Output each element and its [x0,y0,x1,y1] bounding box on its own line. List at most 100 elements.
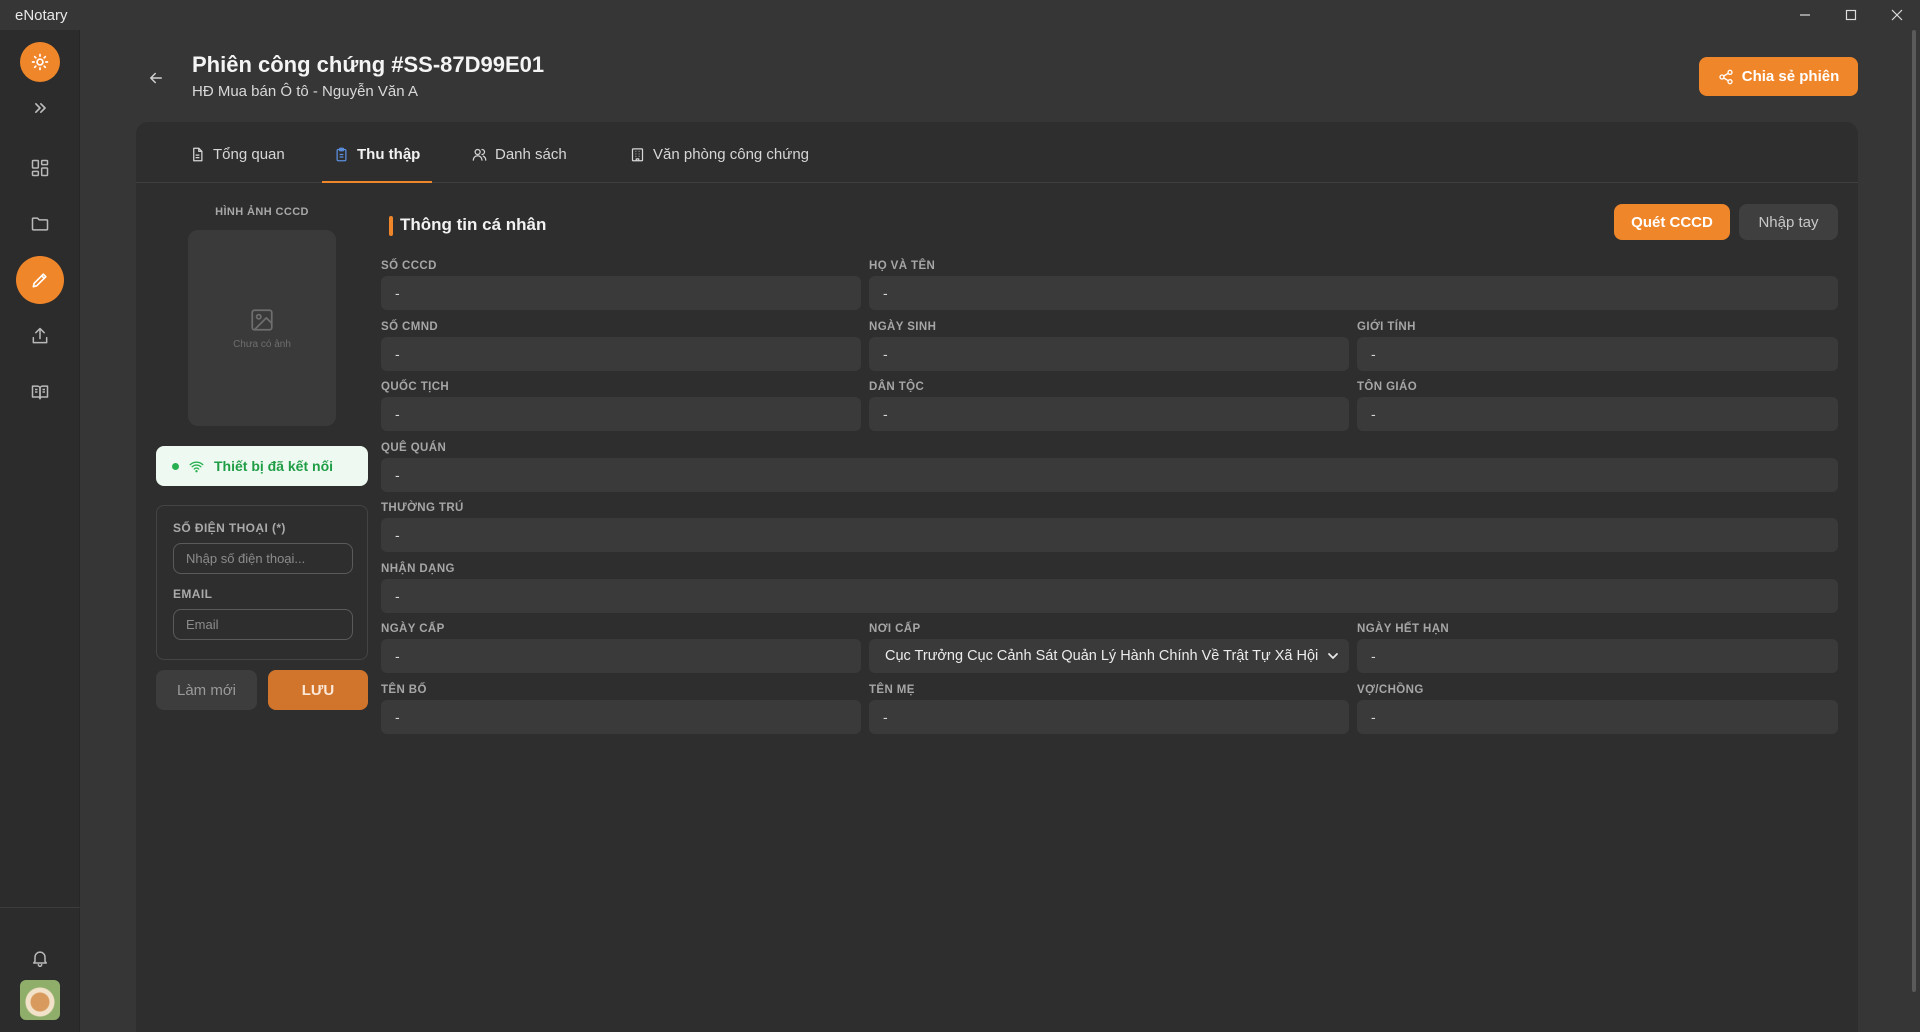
hometown-label: QUÊ QUÁN [381,442,447,454]
issue-date-label: NGÀY CẤP [381,623,445,635]
folder-icon [31,217,49,231]
issue-place-selected: Cục Trưởng Cục Cảnh Sát Quản Lý Hành Chí… [885,648,1319,664]
ethnicity-label: DÂN TỘC [869,381,925,393]
tab-list[interactable]: Danh sách [460,146,579,183]
sidebar-item-dashboard[interactable] [20,148,60,188]
share-session-label: Chia sẻ phiên [1741,68,1840,85]
tab-overview-label: Tổng quan [213,146,285,163]
phone-label: SỐ ĐIỆN THOẠI (*) [173,521,286,535]
tab-notary-office[interactable]: Văn phòng công chứng [618,146,821,183]
issue-place-select[interactable]: Cục Trưởng Cục Cảnh Sát Quản Lý Hành Chí… [869,639,1349,673]
dob-field[interactable]: - [869,337,1349,371]
close-icon [1891,9,1903,21]
nationality-label: QUỐC TỊCH [381,381,450,393]
email-label: EMAIL [173,587,213,601]
arrow-left-icon [150,72,162,84]
expiry-date-field[interactable]: - [1357,639,1838,673]
main-panel: Tổng quan Thu thập Danh sách Văn phòng c… [136,122,1858,1032]
page-title: Phiên công chứng #SS-87D99E01 [192,52,545,77]
tab-overview[interactable]: Tổng quan [178,146,297,183]
scrollbar[interactable] [1912,30,1916,992]
spouse-field[interactable]: - [1357,700,1838,734]
chevrons-right-icon [35,103,46,113]
mother-field[interactable]: - [869,700,1349,734]
phone-input[interactable] [173,543,353,574]
building-icon [631,148,644,162]
window-controls [1782,0,1920,30]
pencil-icon [32,273,47,288]
identification-field[interactable]: - [381,579,1838,613]
expiry-date-label: NGÀY HẾT HẠN [1357,623,1450,635]
ethnicity-field[interactable]: - [869,397,1349,431]
cccd-field[interactable]: - [381,276,861,310]
fullname-field[interactable]: - [869,276,1838,310]
issue-date-field[interactable]: - [381,639,861,673]
save-button[interactable]: LƯU [268,670,368,710]
contact-card: SỐ ĐIỆN THOẠI (*) EMAIL [156,505,368,660]
image-icon [251,308,273,331]
notifications-button[interactable] [20,938,60,978]
email-input[interactable] [173,609,353,640]
gender-field[interactable]: - [1357,337,1838,371]
sidebar [0,30,80,1032]
upload-icon [32,327,48,344]
reset-button[interactable]: Làm mới [156,670,257,710]
device-status-text: Thiết bị đã kết nối [214,458,334,474]
sidebar-item-guide[interactable] [20,372,60,412]
section-accent-bar [389,216,393,236]
religion-label: TÔN GIÁO [1357,381,1418,393]
sidebar-divider [0,907,80,908]
no-image-text: Chưa có ảnh [233,338,291,350]
manual-entry-button[interactable]: Nhập tay [1739,204,1838,240]
identification-label: NHẬN DẠNG [381,563,455,575]
bell-icon [33,951,47,968]
app-logo[interactable] [20,42,60,82]
sidebar-item-folders[interactable] [20,204,60,244]
book-icon [31,385,49,400]
clipboard-icon [336,147,347,162]
father-label: TÊN BỐ [381,684,427,696]
cccd-image-label: HÌNH ẢNH CCCD [215,206,309,218]
father-field[interactable]: - [381,700,861,734]
sidebar-item-upload[interactable] [20,316,60,356]
religion-field[interactable]: - [1357,397,1838,431]
nationality-field[interactable]: - [381,397,861,431]
residence-label: THƯỜNG TRÚ [381,502,464,514]
issue-place-label: NƠI CẤP [869,623,921,635]
wifi-icon [189,461,204,472]
maximize-button[interactable] [1828,0,1874,30]
window-titlebar: eNotary [0,0,1920,30]
cccd-image-placeholder[interactable]: Chưa có ảnh [188,230,336,426]
fullname-label: HỌ VÀ TÊN [869,260,936,272]
tab-collect[interactable]: Thu thập [322,146,433,183]
avatar[interactable] [20,980,60,1020]
expand-sidebar-button[interactable] [30,98,50,118]
dob-label: NGÀY SINH [869,321,937,333]
minimize-button[interactable] [1782,0,1828,30]
status-dot [172,462,179,470]
users-icon [472,148,487,161]
tab-collect-label: Thu thập [357,146,421,163]
tab-list-label: Danh sách [495,146,567,163]
share-icon [1719,69,1733,84]
cmnd-label: SỐ CMND [381,321,439,333]
gender-label: GIỚI TÍNH [1357,321,1416,333]
share-session-button[interactable]: Chia sẻ phiên [1699,57,1858,96]
tab-notary-office-label: Văn phòng công chứng [653,146,809,163]
tab-bar: Tổng quan Thu thập Danh sách Văn phòng c… [136,122,1858,183]
device-status-badge: Thiết bị đã kết nối [156,446,368,486]
document-icon [193,147,203,162]
close-window-button[interactable] [1874,0,1920,30]
maximize-icon [1845,9,1857,21]
hometown-field[interactable]: - [381,458,1838,492]
residence-field[interactable]: - [381,518,1838,552]
back-button[interactable] [144,66,168,90]
sidebar-item-notarize[interactable] [16,256,64,304]
scan-cccd-button[interactable]: Quét CCCD [1614,204,1730,240]
mother-label: TÊN MẸ [869,684,915,696]
spouse-label: VỢ/CHỒNG [1357,684,1424,696]
cmnd-field[interactable]: - [381,337,861,371]
dashboard-icon [31,159,49,177]
section-title: Thông tin cá nhân [400,215,547,234]
app-title: eNotary [15,7,68,24]
